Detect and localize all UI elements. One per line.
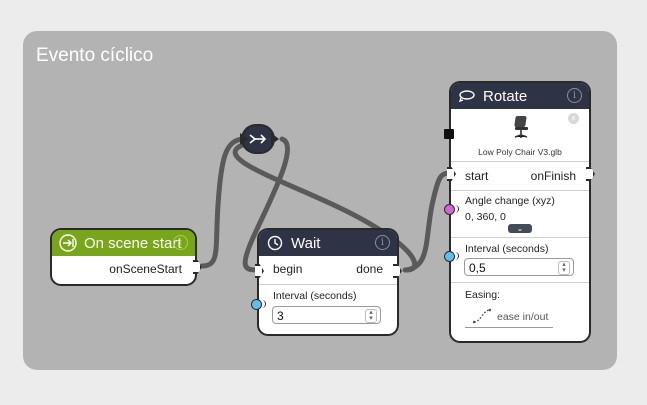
stepper-icon[interactable]: ▴ ▾ [558,261,570,275]
node-title: Wait [291,234,321,252]
close-circle-icon[interactable]: × [568,113,579,124]
wait-interval-port[interactable] [251,299,266,310]
interval-input[interactable]: 0,5 ▴ ▾ [464,258,574,276]
interval-value: 3 [277,309,284,323]
merge-output-port[interactable] [271,133,279,145]
info-icon[interactable]: i [173,235,188,250]
interval-label: Interval (seconds) [465,243,549,255]
group-title: Evento cíclico [36,45,154,66]
info-icon[interactable]: i [375,235,390,250]
rotate-angle-port[interactable] [444,204,459,215]
office-chair-icon [510,114,532,143]
node-title: On scene start [84,234,182,252]
rotate-node[interactable]: Rotate i × Low Poly Chair V3.glb start o… [451,83,589,341]
output-label-done: done [356,262,383,276]
info-icon[interactable]: i [567,88,582,103]
node-title: Rotate [483,87,528,105]
interval-value: 0,5 [469,261,486,275]
enter-arrow-icon [59,234,77,252]
output-label-onscenestart: onSceneStart [109,262,182,276]
easing-label: Easing: [465,289,501,301]
output-label-onfinish: onFinish [530,169,576,183]
asset-name: Low Poly Chair V3.glb [478,147,562,157]
interval-label: Interval (seconds) [273,290,357,302]
merge-input-port[interactable] [240,133,248,145]
interval-input[interactable]: 3 ▴ ▾ [272,306,381,324]
easing-select[interactable]: ease in/out [465,305,553,328]
rotate-asset-port[interactable] [444,129,454,139]
input-label-start: start [465,169,489,183]
chevron-down-icon[interactable]: ⌄ [508,224,532,233]
rotate-interval-port[interactable] [444,251,459,262]
rotate-icon [458,87,476,105]
angle-value: 0, 360, 0 [465,211,506,223]
easing-value: ease in/out [497,311,549,323]
input-label-begin: begin [273,262,303,276]
easing-curve-icon [472,308,492,327]
angle-label: Angle change (xyz) [465,195,555,207]
stepper-icon[interactable]: ▴ ▾ [365,309,377,323]
clock-icon [266,234,284,252]
on-scene-start-node[interactable]: On scene start i onSceneStart [52,230,195,284]
wait-node[interactable]: Wait i begin done Interval (seconds) 3 ▴… [259,230,397,334]
